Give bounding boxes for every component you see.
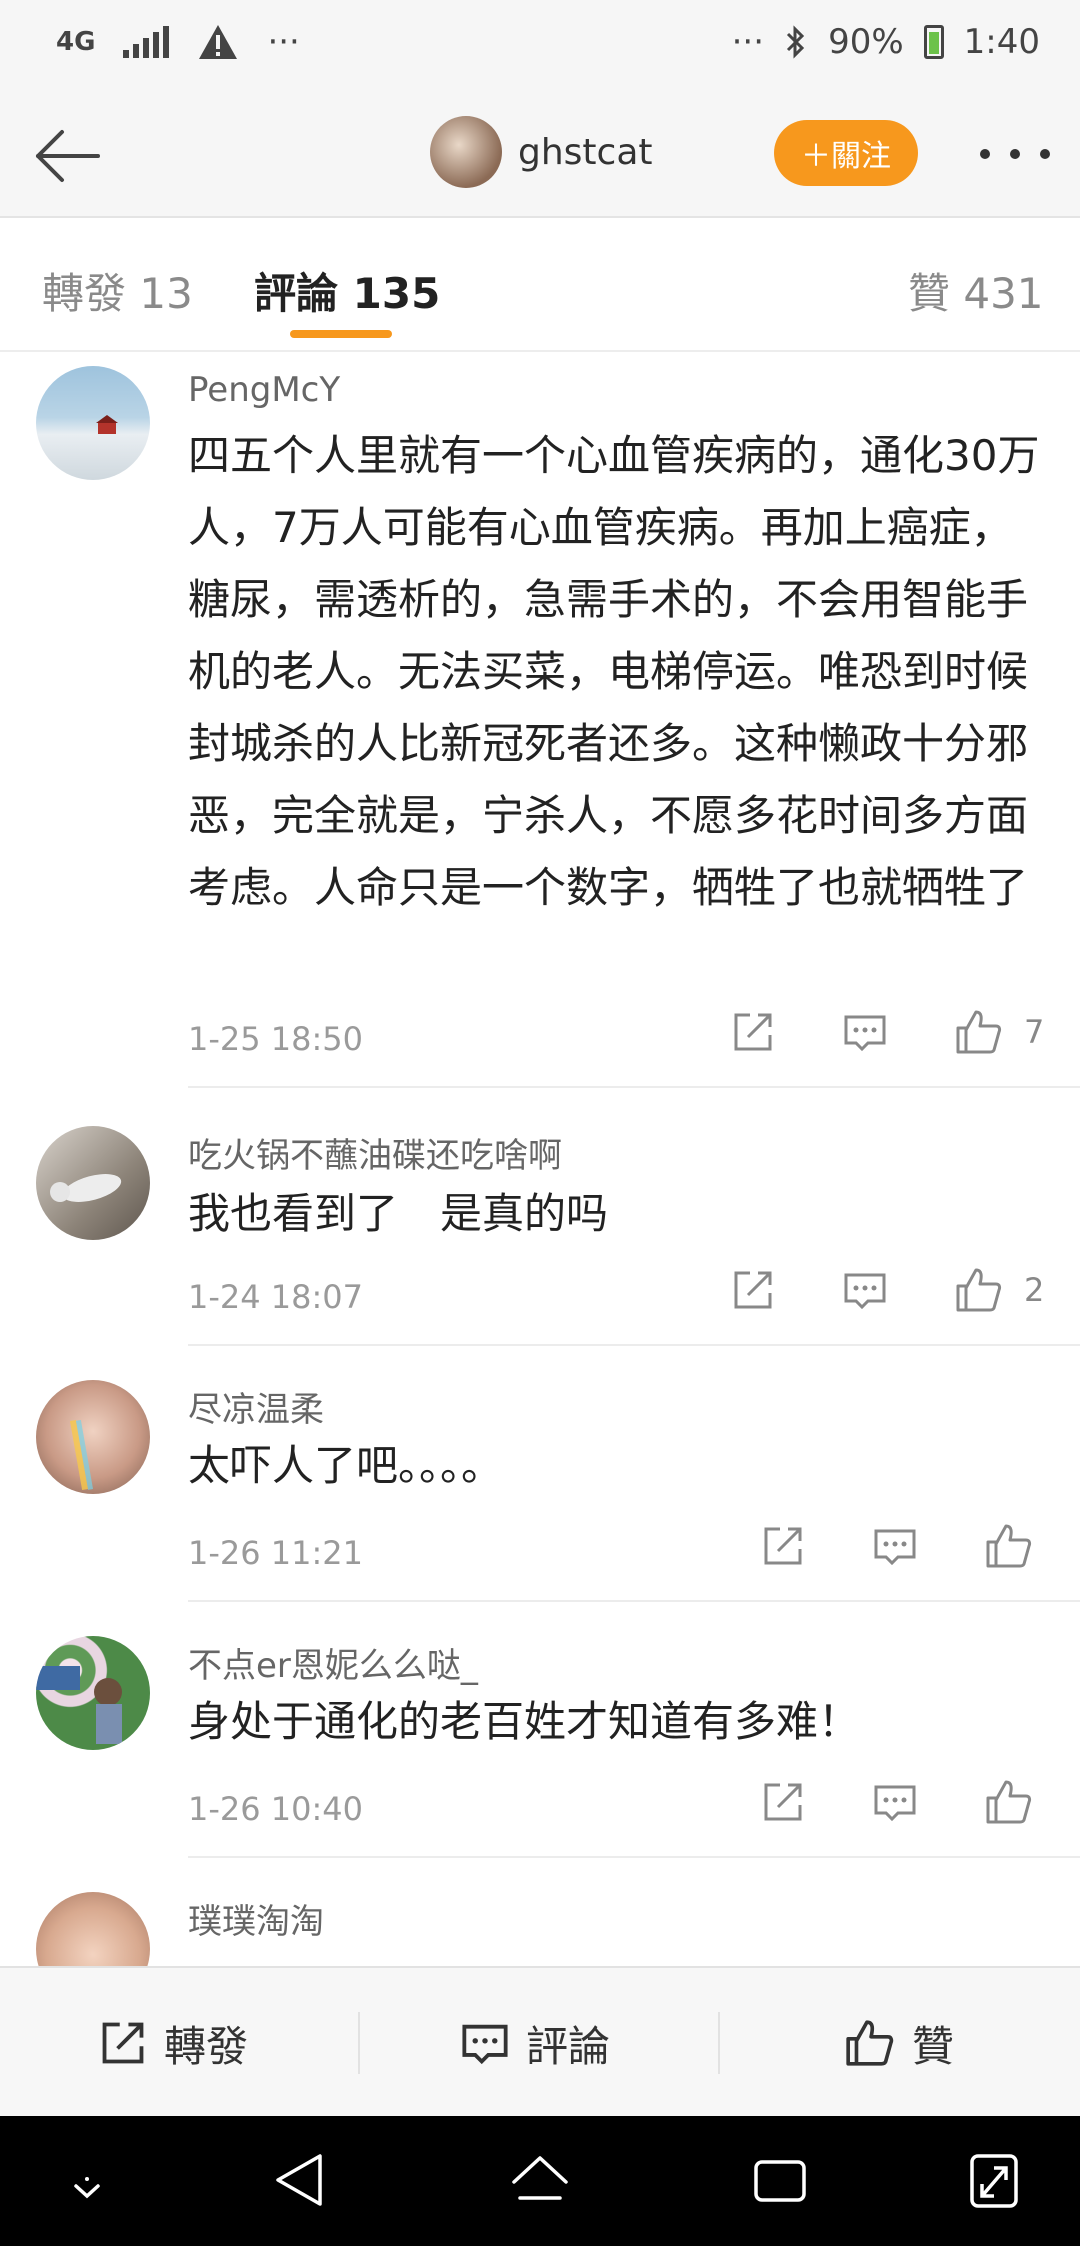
thumbs-up-icon[interactable]: [984, 1778, 1034, 1826]
battery-percent: 90%: [828, 22, 904, 62]
repost-button[interactable]: 轉發: [98, 1968, 248, 2118]
comment-divider: [188, 1600, 1080, 1602]
tab-comments[interactable]: 評論 135: [254, 260, 440, 321]
comment-text: 太吓人了吧。。。。: [188, 1441, 504, 1490]
clock: 1:40: [963, 22, 1040, 62]
share-icon[interactable]: [730, 1009, 776, 1055]
like-action[interactable]: 7: [954, 1008, 1044, 1056]
thumbs-up-icon[interactable]: [984, 1522, 1034, 1570]
comment-divider: [188, 1344, 1080, 1346]
repost-label: 轉發: [164, 2021, 249, 2071]
author-info[interactable]: ghstcat: [430, 116, 653, 188]
comment-icon: [462, 2024, 508, 2065]
comment-text: 身处于通化的老百姓才知道有多难！: [188, 1697, 861, 1746]
bluetooth-icon: [787, 25, 805, 59]
like-action[interactable]: 2: [954, 1266, 1044, 1314]
system-navigation-bar: [0, 2116, 1080, 2246]
warning-icon: [199, 25, 238, 59]
commenter-avatar[interactable]: [36, 1380, 150, 1494]
commenter-name[interactable]: 尽凉温柔: [188, 1382, 324, 1431]
tab-likes[interactable]: 贊 431: [908, 260, 1044, 321]
more-options-icon[interactable]: [980, 144, 1050, 164]
back-arrow-icon[interactable]: [26, 118, 106, 194]
thumbs-up-icon[interactable]: [954, 1008, 1004, 1056]
commenter-avatar[interactable]: [36, 1126, 150, 1240]
author-username[interactable]: ghstcat: [518, 132, 653, 173]
signal-icon: [123, 26, 170, 58]
repost-icon: [102, 2022, 144, 2064]
comment-item: 璞璞淘淘: [0, 1856, 1080, 1966]
top-header: ghstcat ＋關注: [0, 92, 1080, 218]
reply-icon[interactable]: [872, 1523, 918, 1569]
commenter-name[interactable]: PengMcY: [188, 370, 340, 410]
expand-screen-icon[interactable]: [966, 2146, 1022, 2216]
back-nav-icon[interactable]: [272, 2146, 328, 2216]
thumbs-up-icon[interactable]: [954, 1266, 1004, 1314]
like-button[interactable]: 贊: [844, 1968, 954, 2118]
like-label: 贊: [912, 2021, 955, 2071]
comment-button[interactable]: 評論: [460, 1968, 610, 2118]
share-icon[interactable]: [730, 1267, 776, 1313]
commenter-avatar[interactable]: [36, 366, 150, 480]
tab-reposts[interactable]: 轉發 13: [42, 260, 193, 321]
commenter-avatar[interactable]: [36, 1892, 150, 1966]
notification-dots-right: ···: [731, 22, 765, 62]
comment-divider: [188, 1086, 1080, 1088]
comment-time: 1-26 11:21: [188, 1534, 364, 1572]
comment-time: 1-25 18:50: [188, 1020, 364, 1058]
comment-text: 我也看到了 是真的吗: [188, 1189, 609, 1238]
reply-icon[interactable]: [872, 1779, 918, 1825]
like-count: 2: [1024, 1271, 1045, 1309]
interaction-tabs: 轉發 13 評論 135 贊 431: [0, 218, 1080, 352]
share-icon[interactable]: [760, 1779, 806, 1825]
bar-divider: [718, 2012, 720, 2074]
comment-label: 評論: [526, 2021, 611, 2071]
commenter-name[interactable]: 吃火锅不蘸油碟还吃啥啊: [188, 1128, 562, 1177]
commenter-avatar[interactable]: [36, 1636, 150, 1750]
status-bar: 4G ··· ··· 90% 1:40: [0, 0, 1080, 92]
author-avatar[interactable]: [430, 116, 502, 188]
comment-time: 1-24 18:07: [188, 1278, 364, 1316]
commenter-name[interactable]: 不点er恩妮么么哒_: [188, 1638, 478, 1687]
active-tab-indicator: [290, 330, 392, 338]
commenter-name[interactable]: 璞璞淘淘: [188, 1894, 324, 1943]
battery-icon: [923, 25, 944, 59]
comment-text: 四五个人里就有一个心血管疾病的，通化30万人，7万人可能有心血管疾病。再加上癌症…: [188, 431, 1040, 912]
comment-time: 1-26 10:40: [188, 1790, 364, 1828]
reply-icon[interactable]: [842, 1267, 888, 1313]
home-nav-icon[interactable]: [508, 2146, 572, 2216]
follow-button[interactable]: ＋關注: [774, 120, 918, 186]
share-icon[interactable]: [760, 1523, 806, 1569]
bottom-action-bar: 轉發 評論 贊: [0, 1966, 1080, 2116]
recent-apps-icon[interactable]: [748, 2146, 812, 2216]
reply-icon[interactable]: [842, 1009, 888, 1055]
hide-keyboard-icon[interactable]: [62, 2146, 112, 2216]
like-count: 7: [1024, 1013, 1045, 1051]
network-type: 4G: [56, 27, 96, 57]
bar-divider: [358, 2012, 360, 2074]
notification-dots: ···: [267, 22, 300, 62]
thumbs-up-icon: [846, 2020, 894, 2066]
